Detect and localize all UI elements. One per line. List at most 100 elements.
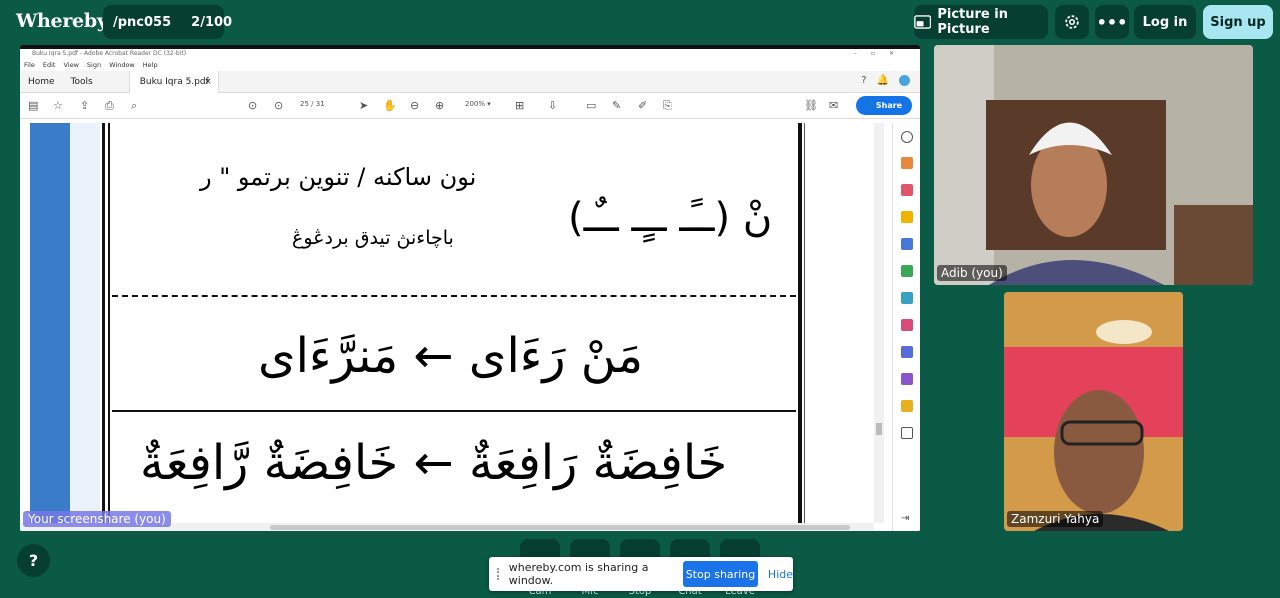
zoom-select[interactable]: 200% ▾ bbox=[465, 100, 491, 108]
horizontal-scroll-thumb[interactable] bbox=[270, 525, 850, 530]
menu-window[interactable]: Window bbox=[109, 59, 135, 71]
video-tile-zamzuri[interactable]: Zamzuri Yahya bbox=[1004, 292, 1183, 531]
more-icon: ••• bbox=[1096, 12, 1128, 32]
acrobat-tools-panel: ⇥ bbox=[892, 123, 920, 531]
page-border-right-inner bbox=[804, 123, 805, 523]
hand-icon[interactable]: ✋ bbox=[383, 99, 397, 112]
combine-files-icon[interactable] bbox=[901, 238, 913, 250]
settings-button[interactable] bbox=[1055, 5, 1089, 39]
tab-tools[interactable]: Tools bbox=[63, 77, 101, 87]
window-controls[interactable]: –▫✕ bbox=[854, 49, 908, 59]
scan-icon[interactable] bbox=[901, 292, 913, 304]
export-pdf-icon[interactable] bbox=[901, 157, 913, 169]
screenshare-tile[interactable]: Buku Iqra 5.pdf - Adobe Acrobat Reader D… bbox=[20, 45, 920, 531]
left-blue-sidebar bbox=[30, 123, 70, 523]
pdf-example-2: خَافِضَةٌ رَافِعَةٌ ← خَافِضَةٌ رَّافِعَ… bbox=[140, 435, 728, 491]
bell-icon[interactable]: 🔔 bbox=[877, 75, 889, 86]
account-icon[interactable] bbox=[899, 75, 910, 86]
screenshare-label: Your screenshare (you) bbox=[23, 511, 171, 527]
gear-icon bbox=[1065, 15, 1079, 29]
sharing-message: whereby.com is sharing a window. bbox=[508, 561, 649, 587]
solid-divider bbox=[112, 410, 796, 412]
pdf-viewport[interactable]: نون ساكنه / تنوين برتمو " ر باچاءنڽ تيدق… bbox=[20, 123, 920, 531]
dashed-divider bbox=[112, 295, 796, 297]
more-options-button[interactable]: ••• bbox=[1095, 5, 1129, 39]
menu-sign[interactable]: Sign bbox=[87, 59, 101, 71]
page-border-left-inner bbox=[108, 123, 110, 523]
pip-icon bbox=[914, 15, 932, 29]
room-name: /pnc055 bbox=[113, 14, 172, 30]
participant-name: Zamzuri Yahya bbox=[1007, 511, 1104, 527]
close-tab-icon[interactable]: × bbox=[204, 71, 212, 93]
search-icon[interactable]: ⌕ bbox=[131, 99, 137, 113]
picture-in-picture-button[interactable]: Picture in Picture bbox=[914, 5, 1048, 39]
comment-icon[interactable]: ▭ bbox=[586, 99, 596, 112]
fit-page-icon[interactable]: ⊞ bbox=[515, 99, 524, 112]
cursor-icon[interactable]: ➤ bbox=[359, 99, 368, 112]
left-page-margin bbox=[70, 123, 100, 523]
page-total: / 31 bbox=[311, 100, 325, 108]
stop-sharing-button[interactable]: Stop sharing bbox=[682, 561, 758, 587]
drag-grip-icon[interactable] bbox=[497, 568, 501, 580]
create-pdf-icon[interactable] bbox=[901, 184, 913, 196]
page-border-right bbox=[798, 123, 802, 523]
page-up-icon[interactable]: ⊙ bbox=[248, 99, 257, 112]
organize-pages-icon[interactable] bbox=[901, 265, 913, 277]
comment-tool-icon[interactable] bbox=[901, 211, 913, 223]
print-icon[interactable]: ⎙ bbox=[105, 99, 114, 113]
collapse-panel-icon[interactable]: ⇥ bbox=[901, 513, 913, 525]
menu-file[interactable]: File bbox=[24, 59, 35, 71]
highlight-icon[interactable]: ✎ bbox=[612, 99, 621, 112]
fill-sign-tool-icon[interactable] bbox=[901, 319, 913, 331]
acrobat-title-text: Buku Iqra 5.pdf - Adobe Acrobat Reader D… bbox=[32, 50, 187, 57]
email-icon[interactable]: ✉ bbox=[829, 99, 838, 112]
page-down-icon[interactable]: ⊙ bbox=[274, 99, 283, 112]
send-review-icon[interactable] bbox=[901, 400, 913, 412]
adib-video-frame bbox=[934, 45, 1253, 285]
menu-view[interactable]: View bbox=[63, 59, 78, 71]
fill-sign-icon[interactable]: ⎘ bbox=[663, 99, 672, 113]
pdf-tanwin-symbols: نْ (ــًـ ــٍـ ــٌـ) bbox=[568, 195, 773, 241]
sharing-notification: whereby.com is sharing a window. Stop sh… bbox=[489, 557, 793, 591]
page-indicator[interactable]: 25 / 31 bbox=[300, 100, 325, 108]
participant-count: 2/100 bbox=[191, 14, 233, 30]
upload-icon[interactable]: ⇪ bbox=[80, 99, 89, 112]
star-icon[interactable]: ☆ bbox=[53, 99, 63, 112]
signup-button[interactable]: Sign up bbox=[1203, 5, 1273, 39]
document-tab-label: Buku Iqra 5.pdf bbox=[139, 76, 209, 87]
menu-edit[interactable]: Edit bbox=[43, 59, 56, 71]
acrobat-menu-bar: File Edit View Sign Window Help bbox=[20, 59, 920, 71]
page-border-left bbox=[102, 123, 105, 523]
video-tile-adib[interactable]: Adib (you) bbox=[934, 45, 1253, 285]
menu-help[interactable]: Help bbox=[143, 59, 158, 71]
draw-icon[interactable]: ✐ bbox=[638, 99, 647, 112]
scroll-mode-icon[interactable]: ⇩ bbox=[548, 99, 557, 112]
zoom-value: 200% bbox=[465, 100, 486, 108]
sign-tool-icon[interactable] bbox=[901, 373, 913, 385]
zoom-tool-icon[interactable] bbox=[901, 131, 913, 143]
hide-notification-link[interactable]: Hide bbox=[768, 568, 793, 581]
login-button[interactable]: Log in bbox=[1134, 5, 1196, 39]
vertical-scrollbar[interactable] bbox=[874, 123, 884, 523]
pdf-example-1: مَنْ رَءَاى ← مَنرَّءَاى bbox=[258, 328, 644, 384]
help-icon[interactable]: ? bbox=[861, 75, 866, 86]
save-icon[interactable]: ▤ bbox=[28, 99, 38, 112]
acrobat-tab-bar: Home Tools Buku Iqra 5.pdf × ? 🔔 bbox=[20, 70, 920, 93]
vertical-scroll-thumb[interactable] bbox=[876, 423, 882, 435]
link-icon[interactable]: ⛓ bbox=[804, 99, 818, 112]
tab-home[interactable]: Home bbox=[20, 77, 63, 87]
help-button[interactable]: ? bbox=[17, 544, 50, 577]
zamzuri-video-frame bbox=[1004, 292, 1183, 531]
acrobat-share-button[interactable]: 👤 Share bbox=[856, 96, 912, 115]
room-info: /pnc055 2/100 bbox=[103, 5, 232, 39]
more-tools-icon[interactable] bbox=[901, 427, 913, 439]
zoom-out-icon[interactable]: ⊖ bbox=[410, 99, 419, 112]
page-current[interactable]: 25 bbox=[300, 100, 309, 108]
pdf-heading-line1: نون ساكنه / تنوين برتمو " ر bbox=[200, 163, 477, 191]
tab-document[interactable]: Buku Iqra 5.pdf × bbox=[128, 70, 219, 93]
acrobat-toolbar: ▤ ☆ ⇪ ⎙ ⌕ ⊙ ⊙ 25 / 31 ➤ ✋ ⊖ ⊕ 200% ▾ ⊞ ⇩… bbox=[20, 93, 920, 119]
participant-name: Adib (you) bbox=[937, 265, 1007, 281]
zoom-in-icon[interactable]: ⊕ bbox=[435, 99, 444, 112]
pdf-heading-line2: باچاءنڽ تيدق بردڠوڠ bbox=[292, 227, 454, 249]
protect-icon[interactable] bbox=[901, 346, 913, 358]
